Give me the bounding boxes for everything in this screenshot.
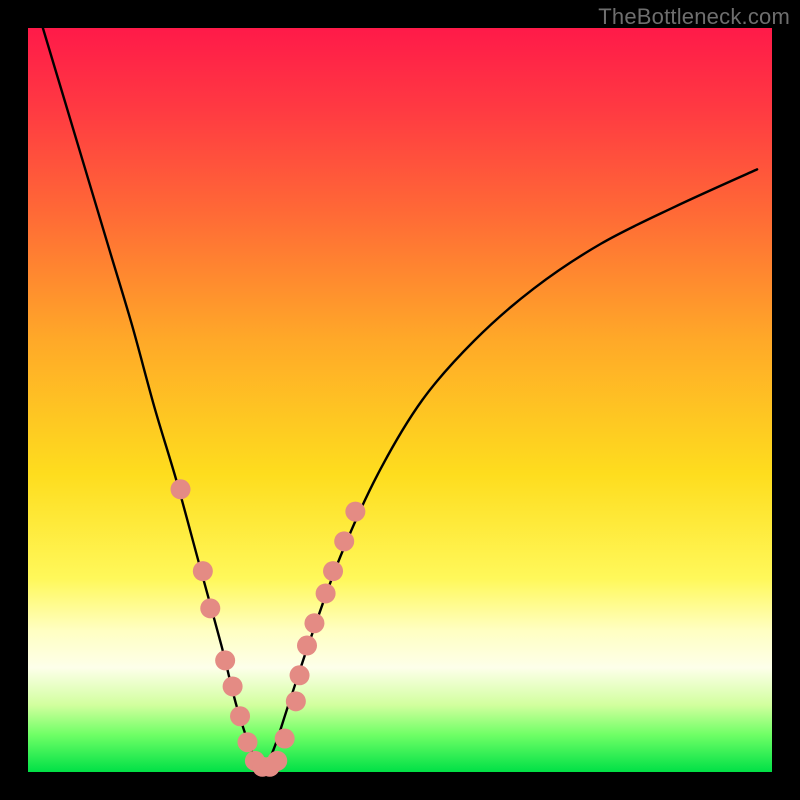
highlight-marker — [334, 531, 354, 551]
chart-plot-area — [28, 28, 772, 772]
highlight-marker — [345, 502, 365, 522]
highlight-marker — [171, 479, 191, 499]
highlight-marker — [297, 636, 317, 656]
highlight-marker — [230, 706, 250, 726]
highlight-marker — [290, 665, 310, 685]
watermark-label: TheBottleneck.com — [598, 4, 790, 30]
highlight-marker — [200, 598, 220, 618]
highlight-marker — [223, 676, 243, 696]
bottleneck-chart-svg — [28, 28, 772, 772]
highlight-marker — [323, 561, 343, 581]
highlight-marker — [316, 583, 336, 603]
highlight-markers-group — [171, 479, 366, 777]
highlight-marker — [267, 751, 287, 771]
bottleneck-curve-line — [43, 28, 757, 768]
highlight-marker — [286, 691, 306, 711]
highlight-marker — [193, 561, 213, 581]
highlight-marker — [304, 613, 324, 633]
highlight-marker — [215, 650, 235, 670]
highlight-marker — [275, 729, 295, 749]
highlight-marker — [237, 732, 257, 752]
